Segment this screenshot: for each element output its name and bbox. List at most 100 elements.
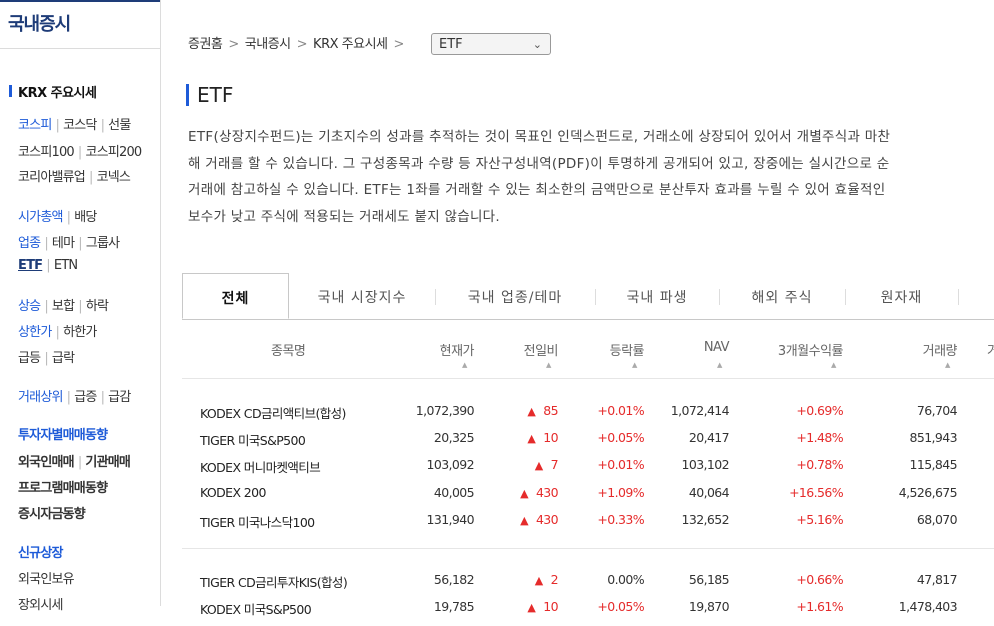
cell-change: ▲ 7 bbox=[535, 457, 559, 472]
sidebar-row: 코스피100 | 코스피200 bbox=[18, 141, 143, 160]
sidebar-item[interactable]: 상한가 bbox=[18, 325, 52, 340]
cell-nav: 19,870 bbox=[688, 599, 730, 614]
table-row[interactable]: KODEX 미국S&P500 19,785 ▲ 10 +0.05% 19,870 +1.61… bbox=[182, 599, 994, 626]
sidebar-row: 외국인매매 | 기관매매 bbox=[18, 451, 131, 470]
column-header[interactable]: 거 bbox=[987, 340, 994, 359]
sidebar-item[interactable]: 증시자금동향 bbox=[18, 507, 86, 522]
stock-name[interactable]: KODEX 머니마켓액티브 bbox=[200, 457, 321, 476]
sidebar-item[interactable]: 신규상장 bbox=[18, 546, 63, 561]
sidebar-item[interactable]: 하한가 bbox=[63, 325, 97, 340]
cell-rate: +0.01% bbox=[597, 457, 644, 472]
change-value: 2 bbox=[550, 572, 559, 587]
cell-price: 56,182 bbox=[433, 572, 475, 587]
cell-volume: 47,817 bbox=[916, 572, 958, 587]
column-header[interactable]: 거래량 bbox=[923, 340, 958, 359]
sidebar-section-title[interactable]: KRX 주요시세 bbox=[0, 82, 97, 101]
tab-3[interactable]: 국내 파생 bbox=[595, 273, 719, 319]
sidebar-item[interactable]: 하락 bbox=[86, 299, 109, 314]
sidebar-item[interactable]: 코넥스 bbox=[97, 170, 131, 185]
sidebar-item[interactable]: 선물 bbox=[108, 118, 131, 133]
tab-4[interactable]: 해외 주식 bbox=[719, 273, 845, 319]
up-triangle-icon: ▲ bbox=[527, 405, 536, 418]
breadcrumb-item[interactable]: 증권홈 bbox=[188, 37, 223, 52]
tab-5[interactable]: 원자재 bbox=[845, 273, 958, 319]
column-header[interactable]: 3개월수익률 bbox=[778, 340, 844, 359]
category-select[interactable]: ETF ⌄ bbox=[431, 33, 551, 55]
category-select-value: ETF bbox=[439, 37, 463, 52]
sort-arrow-icon[interactable]: ▲ bbox=[462, 361, 467, 369]
cell-ret3m: +0.66% bbox=[796, 572, 843, 587]
stock-name[interactable]: KODEX 미국S&P500 bbox=[200, 599, 312, 618]
separator: | bbox=[100, 390, 105, 405]
column-header[interactable]: 등락률 bbox=[610, 340, 645, 359]
table-row[interactable]: TIGER 미국나스닥100 131,940 ▲ 430 +0.33% 132,652 +5… bbox=[182, 512, 994, 539]
sort-arrow-icon[interactable]: ▲ bbox=[945, 361, 950, 369]
sort-arrow-icon[interactable]: ▲ bbox=[831, 361, 836, 369]
table-row[interactable]: KODEX 200 40,005 ▲ 430 +1.09% 40,064 +16.56% 4,… bbox=[182, 485, 994, 512]
sidebar-title[interactable]: 국내증시 bbox=[0, 0, 160, 49]
sidebar-item[interactable]: 테마 bbox=[52, 236, 75, 251]
breadcrumb-item[interactable]: KRX 주요시세 bbox=[313, 37, 388, 52]
sort-arrow-icon[interactable]: ▲ bbox=[717, 361, 722, 369]
tab-0[interactable]: 전체 bbox=[182, 273, 289, 319]
description-line: 보수가 낮고 주식에 적용되는 거래세도 붙지 않습니다. bbox=[188, 208, 500, 225]
change-value: 10 bbox=[543, 599, 558, 614]
divider bbox=[182, 548, 994, 549]
table-row[interactable]: TIGER 미국S&P500 20,325 ▲ 10 +0.05% 20,417 +1.48… bbox=[182, 430, 994, 457]
divider bbox=[182, 378, 994, 379]
tab-divider bbox=[958, 289, 959, 305]
cell-change: ▲ 430 bbox=[520, 512, 559, 527]
sidebar-item[interactable]: 급락 bbox=[52, 351, 75, 366]
stock-name[interactable]: TIGER 미국나스닥100 bbox=[200, 512, 315, 531]
stock-name[interactable]: TIGER CD금리투자KIS(합성) bbox=[200, 572, 348, 591]
column-header[interactable]: NAV bbox=[704, 340, 730, 355]
cell-rate: +0.05% bbox=[597, 430, 644, 445]
sidebar-item[interactable]: 급등 bbox=[18, 351, 41, 366]
sidebar-item[interactable]: 투자자별매매동향 bbox=[18, 428, 108, 443]
sidebar-item[interactable]: 코스피100 bbox=[18, 145, 75, 160]
sidebar-item[interactable]: 시가총액 bbox=[18, 210, 63, 225]
sidebar-item[interactable]: 그룹사 bbox=[86, 236, 120, 251]
table-row[interactable]: TIGER CD금리투자KIS(합성) 56,182 ▲ 2 0.00% 56,185 +0… bbox=[182, 572, 994, 599]
table-row[interactable]: KODEX 머니마켓액티브 103,092 ▲ 7 +0.01% 103,102 +0.78… bbox=[182, 457, 994, 484]
sidebar-item[interactable]: 상승 bbox=[18, 299, 41, 314]
chevron-right-icon: > bbox=[296, 37, 308, 52]
tab-2[interactable]: 국내 업종/테마 bbox=[435, 273, 595, 319]
sidebar-item[interactable]: 업종 bbox=[18, 236, 41, 251]
column-header[interactable]: 전일비 bbox=[524, 340, 559, 359]
tab-divider bbox=[435, 289, 436, 305]
sidebar-item[interactable]: 코스피 bbox=[18, 118, 52, 133]
column-header[interactable]: 현재가 bbox=[440, 340, 475, 359]
sidebar-item[interactable]: 보합 bbox=[52, 299, 75, 314]
stock-name[interactable]: TIGER 미국S&P500 bbox=[200, 430, 306, 449]
sidebar-item[interactable]: 외국인보유 bbox=[18, 572, 75, 587]
sidebar-item[interactable]: 급감 bbox=[108, 390, 131, 405]
sidebar-item[interactable]: 급증 bbox=[74, 390, 97, 405]
column-header[interactable]: 종목명 bbox=[271, 340, 306, 359]
sidebar-item[interactable]: 코리아밸류업 bbox=[18, 170, 86, 185]
stock-name[interactable]: KODEX CD금리액티브(합성) bbox=[200, 403, 346, 422]
sidebar: 국내증시 KRX 주요시세 코스피 | 코스닥 | 선물 코스피100 | 코스피200 코리아… bbox=[0, 0, 161, 613]
sidebar-item[interactable]: ETF bbox=[18, 258, 43, 273]
sidebar-item[interactable]: 코스피200 bbox=[86, 145, 143, 160]
stock-name[interactable]: KODEX 200 bbox=[200, 485, 266, 500]
sidebar-item[interactable]: 프로그램매매동향 bbox=[18, 481, 108, 496]
sort-arrow-icon[interactable]: ▲ bbox=[632, 361, 637, 369]
cell-rate: +0.01% bbox=[597, 403, 644, 418]
sidebar-item[interactable]: 코스닥 bbox=[63, 118, 97, 133]
table-row[interactable]: KODEX CD금리액티브(합성) 1,072,390 ▲ 85 +0.01% 1,072… bbox=[182, 403, 994, 430]
separator: | bbox=[77, 455, 82, 470]
cell-volume: 851,943 bbox=[909, 430, 958, 445]
sidebar-item[interactable]: 기관매매 bbox=[85, 455, 130, 470]
tab-1[interactable]: 국내 시장지수 bbox=[289, 273, 435, 319]
sidebar-item[interactable]: 거래상위 bbox=[18, 390, 63, 405]
sidebar-item[interactable]: 배당 bbox=[74, 210, 97, 225]
breadcrumb-item[interactable]: 국내증시 bbox=[245, 37, 291, 52]
sort-arrow-icon[interactable]: ▲ bbox=[546, 361, 551, 369]
sidebar-item[interactable]: ETN bbox=[54, 258, 78, 273]
separator: | bbox=[88, 170, 93, 185]
cell-price: 103,092 bbox=[426, 457, 475, 472]
sidebar-item[interactable]: 외국인매매 bbox=[18, 455, 75, 470]
chevron-right-icon: > bbox=[393, 37, 404, 52]
sidebar-row: ETF | ETN bbox=[18, 258, 78, 273]
